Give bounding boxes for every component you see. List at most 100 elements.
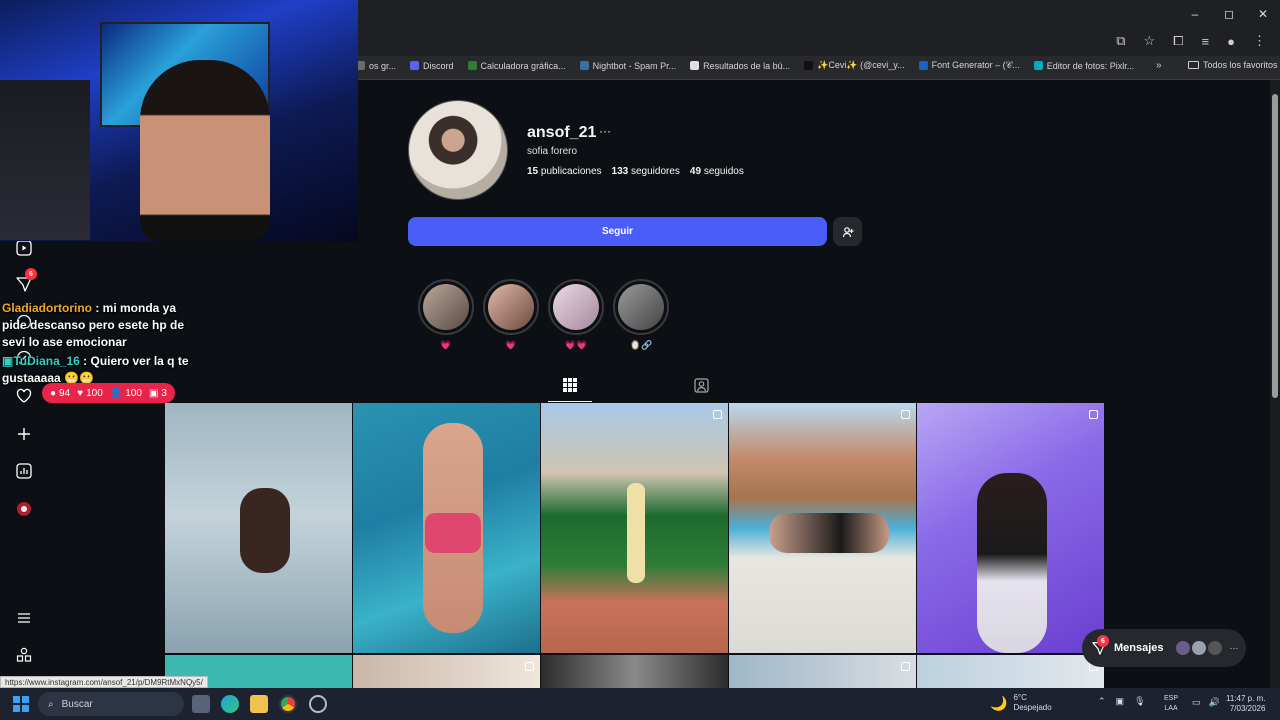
carousel-icon	[901, 410, 910, 419]
post-1[interactable]	[165, 403, 352, 653]
post-1-figure	[240, 488, 290, 573]
messages-avatars	[1175, 641, 1222, 655]
menu-icon[interactable]: ⋮	[1253, 33, 1266, 49]
viewers-stat: 👤 100	[109, 387, 142, 399]
minimize-button[interactable]: –	[1178, 0, 1212, 28]
bookmark-item[interactable]: Font Generator – (𝒞...	[918, 60, 1020, 71]
obs-icon[interactable]	[309, 695, 327, 713]
bookmark-favicon-icon	[918, 61, 928, 70]
post-9[interactable]	[729, 655, 916, 690]
avatar	[1175, 641, 1190, 655]
clock-time: 11:47 p. m.	[1226, 694, 1266, 703]
tab-posts[interactable]	[548, 378, 592, 402]
windows-logo-part	[22, 696, 29, 703]
sidebar-reels[interactable]	[14, 238, 34, 258]
bookmark-label: Calculadora gráfica...	[480, 60, 566, 71]
bookmark-label: os gr...	[369, 60, 397, 71]
bookmark-item[interactable]: os gr...	[356, 60, 396, 71]
start-button[interactable]	[13, 696, 29, 712]
following-stat[interactable]: 49 seguidos	[690, 166, 744, 177]
windows-logo-icon	[13, 696, 20, 703]
chrome-icon[interactable]	[279, 695, 297, 713]
sidebar-notifications[interactable]	[14, 386, 34, 406]
post-7[interactable]	[353, 655, 540, 690]
messages-drawer[interactable]: 6 Mensajes ···	[1082, 629, 1246, 667]
clock[interactable]: 11:47 p. m. 7/03/2026	[1226, 694, 1265, 714]
sidebar-dashboard[interactable]	[14, 461, 34, 481]
restore-button[interactable]: ◻	[1212, 0, 1246, 28]
media-icon[interactable]: ≡	[1202, 34, 1210, 49]
star-icon[interactable]: ☆	[1143, 33, 1155, 49]
reels-icon	[16, 240, 32, 256]
chevron-up-icon[interactable]: ⌃	[1098, 696, 1106, 707]
task-view-icon[interactable]	[192, 695, 210, 713]
tab-tagged[interactable]	[690, 378, 712, 400]
extensions-icon[interactable]: ⧠	[1173, 33, 1183, 49]
highlight-3-cover	[553, 284, 599, 330]
highlight-2[interactable]	[483, 279, 539, 335]
weather-widget[interactable]: 🌙 6°C Despejado	[990, 693, 1052, 713]
avatar	[1191, 641, 1206, 655]
clock-date: 7/03/2026	[1229, 704, 1266, 713]
tray-app-icon[interactable]: ▣	[1116, 696, 1125, 707]
lang-code: ESP	[1164, 695, 1179, 702]
apps-icon	[16, 647, 32, 662]
following-count: 49	[689, 166, 702, 177]
highlight-1[interactable]	[418, 279, 474, 335]
highlight-3[interactable]	[548, 279, 604, 335]
bookmark-favicon-icon	[804, 61, 814, 70]
highlight-4[interactable]	[613, 279, 669, 335]
bookmark-item[interactable]: ✨Cevi✨ (@cevi_y...	[804, 60, 905, 71]
sidebar-apps[interactable]	[14, 645, 34, 665]
followers-stat[interactable]: 133 seguidores	[612, 166, 680, 177]
more-bookmarks-button[interactable]: »	[1156, 60, 1162, 71]
post-4[interactable]	[729, 403, 916, 653]
status-url: https://www.instagram.com/ansof_21/p/DM9…	[0, 676, 208, 688]
comments-count: 94	[59, 387, 71, 399]
taskbar-search[interactable]: ⌕ Buscar	[38, 692, 184, 716]
network-icon[interactable]: ▭	[1192, 697, 1201, 708]
post-3[interactable]	[541, 403, 728, 653]
tray-icons: ▭ 🔊	[1192, 697, 1220, 708]
suggested-accounts-button[interactable]	[833, 217, 862, 246]
folder-icon	[1188, 61, 1199, 69]
posts-count: 15	[527, 166, 539, 177]
sidebar-more[interactable]	[14, 608, 34, 628]
highlight-4-cover	[618, 284, 664, 330]
volume-icon[interactable]: 🔊	[1209, 697, 1220, 708]
profile-avatar-icon[interactable]: ●	[1227, 34, 1235, 49]
bookmark-label: ✨Cevi✨ (@cevi_y...	[817, 60, 905, 70]
scrollbar-thumb[interactable]	[1272, 94, 1278, 398]
sidebar-create[interactable]	[14, 424, 34, 444]
webcam-streamer	[140, 60, 270, 241]
bookmark-item[interactable]: Calculadora gráfica...	[467, 60, 566, 71]
post-2[interactable]	[353, 403, 540, 653]
file-explorer-icon[interactable]	[250, 695, 268, 713]
mic-icon[interactable]: 🎙	[1134, 696, 1145, 707]
bookmark-item[interactable]: Editor de fotos: Pixlr...	[1033, 60, 1134, 71]
bookmark-item[interactable]: Resultados de la bú...	[690, 60, 790, 71]
bookmark-item[interactable]: Discord	[410, 60, 454, 71]
follow-button[interactable]: Seguir	[408, 217, 827, 246]
close-button[interactable]: ✕	[1246, 0, 1280, 28]
cast-icon[interactable]: ⧉	[1116, 33, 1125, 49]
bookmark-favicon-icon	[410, 61, 420, 70]
bookmark-item[interactable]: Nightbot - Spam Pr...	[579, 60, 676, 71]
post-10[interactable]	[917, 655, 1104, 690]
all-favorites-button[interactable]: Todos los favoritos	[1188, 60, 1278, 70]
weather-temp: 6°C	[1013, 693, 1027, 702]
sidebar-messages[interactable]: 6	[14, 268, 37, 294]
profile-avatar[interactable]	[408, 100, 508, 200]
language-indicator[interactable]: ESP LAA	[1164, 694, 1178, 714]
post-5[interactable]	[917, 403, 1104, 653]
webcam-pc-case	[0, 80, 90, 240]
window-controls: – ◻ ✕	[1178, 0, 1280, 28]
options-button[interactable]: ···	[599, 124, 611, 138]
post-8[interactable]	[541, 655, 728, 690]
grid-icon	[563, 378, 577, 392]
chat-user-1: Gladiadortorino	[2, 301, 92, 315]
system-tray: ⌃ ▣ 🎙	[1098, 696, 1146, 707]
sidebar-profile[interactable]	[14, 499, 34, 519]
edge-icon[interactable]	[221, 695, 239, 713]
chat-message-1: Gladiadortorino : mi monda ya pide desca…	[2, 300, 202, 351]
